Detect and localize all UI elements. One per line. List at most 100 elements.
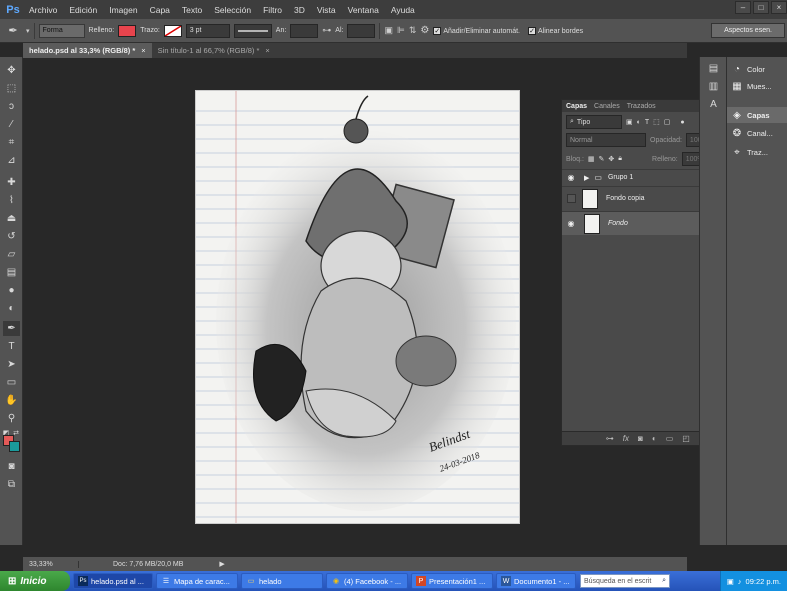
add-mask-icon[interactable]: ◙	[638, 434, 643, 443]
path-alignment-icon[interactable]: ⊫	[397, 25, 405, 36]
healing-brush-tool-icon[interactable]: ✚	[3, 175, 20, 190]
taskbar-item-photoshop[interactable]: Ps helado.psd al ...	[73, 573, 153, 589]
eyedropper-tool-icon[interactable]: ⊿	[3, 153, 20, 168]
taskbar-item-chrome[interactable]: ◉ (4) Facebook - ...	[326, 573, 408, 589]
visibility-eye-icon[interactable]: ◉	[564, 173, 578, 182]
align-edges-checkbox[interactable]: ✓ Alinear bordes	[528, 26, 583, 35]
menu-filtro[interactable]: Filtro	[257, 5, 288, 15]
network-icon[interactable]: ▣	[727, 577, 734, 586]
hand-tool-icon[interactable]: ✋	[3, 393, 20, 408]
lock-all-icon[interactable]: 🔒︎	[618, 155, 622, 163]
maximize-button[interactable]: □	[753, 1, 769, 14]
rectangle-tool-icon[interactable]: ▭	[3, 375, 20, 390]
width-field[interactable]	[290, 23, 319, 38]
lock-position-icon[interactable]: ✥	[608, 155, 614, 163]
clone-stamp-tool-icon[interactable]: ⏏	[3, 211, 20, 226]
chevron-down-icon[interactable]: ▾	[26, 27, 30, 35]
eraser-tool-icon[interactable]: ▱	[3, 247, 20, 262]
dodge-tool-icon[interactable]: ◐	[3, 301, 20, 316]
tab-capas[interactable]: Capas	[566, 103, 587, 110]
menu-texto[interactable]: Texto	[176, 5, 208, 15]
taskbar-item-powerpoint[interactable]: P Presentación1 ...	[411, 573, 493, 589]
volume-icon[interactable]: ♪	[738, 577, 742, 586]
document-canvas[interactable]: Belindst 24-03-2018	[195, 90, 520, 524]
path-operations-icon[interactable]: ▣	[384, 25, 393, 36]
taskbar-item-folder[interactable]: ▭ helado	[241, 573, 323, 589]
visibility-toggle[interactable]	[567, 194, 576, 203]
link-layers-icon[interactable]: ⊶	[606, 434, 614, 443]
blend-mode-select[interactable]: Normal	[566, 133, 646, 147]
menu-ventana[interactable]: Ventana	[342, 5, 385, 15]
clock[interactable]: 09:22 p.m.	[746, 577, 781, 586]
menu-vista[interactable]: Vista	[311, 5, 342, 15]
move-tool-icon[interactable]: ✥	[3, 63, 20, 78]
new-group-icon[interactable]: ▭	[666, 434, 674, 443]
menu-archivo[interactable]: Archivo	[23, 5, 63, 15]
quick-selection-tool-icon[interactable]: ⁄	[3, 117, 20, 132]
close-icon[interactable]: ×	[141, 46, 145, 55]
lock-transparency-icon[interactable]: ▦	[588, 155, 595, 163]
zoom-tool-icon[interactable]: ⚲	[3, 411, 20, 426]
start-button[interactable]: ⊞ Inicio	[0, 571, 70, 591]
height-field[interactable]	[347, 23, 376, 38]
layer-style-icon[interactable]: fx	[623, 434, 629, 443]
stroke-type-select[interactable]	[233, 23, 272, 38]
minimize-button[interactable]: –	[735, 1, 751, 14]
workspace-switcher[interactable]: Aspectos esen.	[711, 23, 785, 38]
tool-mode-select[interactable]: Forma	[38, 23, 85, 38]
tab-trazados[interactable]: Trazados	[627, 103, 656, 110]
history-brush-tool-icon[interactable]: ↺	[3, 229, 20, 244]
character-icon[interactable]: A	[705, 97, 722, 112]
quick-mask-icon[interactable]: ◙	[3, 459, 20, 474]
history-icon[interactable]: ▤	[705, 61, 722, 76]
link-icon[interactable]: ⊶	[322, 25, 331, 36]
adjustment-layer-icon[interactable]: ◐	[652, 434, 657, 443]
gear-icon[interactable]: ⚙	[420, 25, 429, 36]
brush-tool-icon[interactable]: ⌇	[3, 193, 20, 208]
fill-color-swatch[interactable]	[118, 24, 137, 37]
path-arrangement-icon[interactable]: ⇅	[409, 25, 417, 36]
layer-filter-select[interactable]: ⌕ Tipo	[566, 115, 622, 129]
layer-row-fondo[interactable]: ◉ Fondo 🔒︎	[562, 211, 719, 235]
menu-capa[interactable]: Capa	[144, 5, 176, 15]
pixel-filter-icon[interactable]: ▣	[626, 118, 633, 126]
menu-ayuda[interactable]: Ayuda	[385, 5, 421, 15]
new-layer-icon[interactable]: ◰	[682, 434, 690, 443]
close-icon[interactable]: ×	[265, 46, 269, 55]
tab-helado[interactable]: helado.psd al 33,3% (RGB/8) * ×	[23, 43, 152, 58]
pen-tool-preset-icon[interactable]: ✒	[4, 24, 22, 37]
desktop-search-input[interactable]: Búsqueda en el escrit ⌕	[580, 574, 670, 588]
path-selection-tool-icon[interactable]: ➤	[3, 357, 20, 372]
taskbar-item-charmap[interactable]: ☰ Mapa de carac...	[156, 573, 238, 589]
blur-tool-icon[interactable]: ●	[3, 283, 20, 298]
screen-mode-icon[interactable]: ⧉	[3, 477, 20, 492]
tab-sin-titulo[interactable]: Sin título-1 al 66,7% (RGB/8) * ×	[152, 43, 276, 58]
color-panel-button[interactable]: ◔ Color	[731, 61, 765, 77]
smart-object-filter-icon[interactable]: ▢	[664, 118, 671, 126]
menu-imagen[interactable]: Imagen	[103, 5, 143, 15]
filter-toggle-icon[interactable]: ●	[680, 119, 684, 126]
visibility-eye-icon[interactable]: ◉	[564, 219, 578, 228]
layer-row-fondo-copia[interactable]: Fondo copia	[562, 186, 719, 210]
type-tool-icon[interactable]: T	[3, 339, 20, 354]
lock-pixels-icon[interactable]: ✎	[599, 155, 605, 163]
crop-tool-icon[interactable]: ⌗	[3, 135, 20, 150]
background-color-swatch[interactable]	[9, 441, 20, 452]
layers-panel-button[interactable]: ◈ Capas	[727, 107, 787, 123]
close-button[interactable]: ×	[771, 1, 787, 14]
zoom-level[interactable]: 33,33%	[23, 560, 79, 568]
paths-panel-button[interactable]: ⌖ Traz...	[731, 144, 768, 160]
pen-tool-icon[interactable]: ✒	[3, 321, 20, 336]
auto-add-delete-checkbox[interactable]: ✓ Añadir/Eliminar automát.	[433, 26, 520, 35]
status-menu-arrow-icon[interactable]: ▶	[219, 560, 224, 568]
stroke-none-swatch[interactable]	[163, 24, 182, 37]
gradient-tool-icon[interactable]: ▤	[3, 265, 20, 280]
marquee-tool-icon[interactable]: ⬚	[3, 81, 20, 96]
shape-filter-icon[interactable]: ⬚	[653, 118, 660, 126]
properties-icon[interactable]: ▥	[705, 79, 722, 94]
tab-canales[interactable]: Canales	[594, 103, 620, 110]
menu-seleccion[interactable]: Selección	[208, 5, 257, 15]
stroke-size-field[interactable]: 3 pt	[185, 23, 230, 38]
type-filter-icon[interactable]: T	[645, 119, 649, 126]
search-icon[interactable]: ⌕	[662, 577, 666, 585]
